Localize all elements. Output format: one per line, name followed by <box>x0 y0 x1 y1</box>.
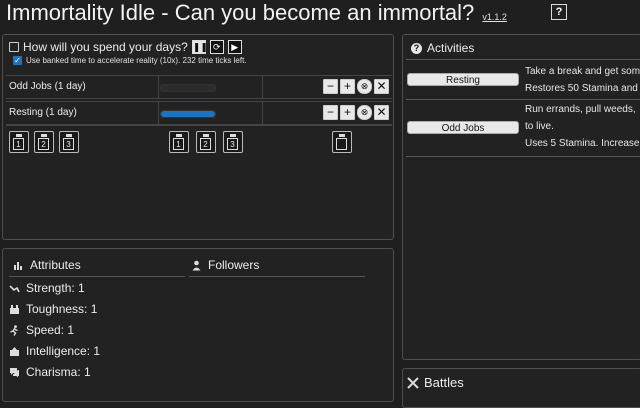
increase-button[interactable]: + <box>340 79 355 94</box>
bank-time-checkbox[interactable]: ✓ <box>13 56 22 65</box>
activities-panel: ? Activities Resting Take a break and ge… <box>402 34 640 360</box>
queue-row: Resting (1 day) − + ⊗ ✕ <box>6 101 392 125</box>
battles-title: Battles <box>424 375 464 390</box>
bar-chart-icon <box>13 260 24 271</box>
progress-fill <box>161 111 215 117</box>
odd-jobs-activity-button[interactable]: Odd Jobs <box>407 121 519 134</box>
pause-icon[interactable]: ❚❚ <box>191 40 208 54</box>
progress-bar <box>160 84 216 92</box>
load-schedule-slot-1[interactable]: 1 <box>169 131 189 153</box>
attribute-strength: Strength: 1 <box>9 281 85 295</box>
activities-title: Activities <box>427 41 475 55</box>
speed-icon <box>9 324 20 336</box>
clipboard-clip <box>66 134 72 137</box>
decrease-button[interactable]: − <box>323 105 338 120</box>
queue-header: How will you spend your days? ❚❚ ⟳ ▶ <box>9 40 242 54</box>
attribute-toughness: Toughness: 1 <box>9 302 97 316</box>
strength-icon <box>9 283 20 294</box>
queue-row-label: Odd Jobs (1 day) <box>9 81 86 92</box>
followers-header: Followers <box>191 258 259 272</box>
followers-title: Followers <box>208 258 260 272</box>
divider <box>158 76 159 98</box>
person-icon <box>191 260 202 271</box>
clipboard-clip <box>230 134 236 137</box>
trash-icon[interactable] <box>332 131 352 153</box>
divider <box>262 102 263 124</box>
save-schedule-slot-3[interactable]: 3 <box>59 131 79 153</box>
charisma-icon <box>9 367 20 378</box>
divider <box>6 125 392 126</box>
divider <box>406 156 640 157</box>
queue-row-label: Resting (1 day) <box>9 107 77 118</box>
battles-header: Battles <box>407 375 464 390</box>
activity-description: Take a break and get som Restores 50 Sta… <box>525 66 640 94</box>
divider <box>189 276 365 277</box>
stop-button[interactable]: ⊗ <box>357 105 372 120</box>
load-schedule-slot-2[interactable]: 2 <box>196 131 216 153</box>
row-controls: − + ⊗ ✕ <box>323 105 389 120</box>
repeat-icon[interactable]: ⟳ <box>209 40 224 54</box>
divider <box>406 99 640 100</box>
clipboard-clip <box>176 134 182 137</box>
decrease-button[interactable]: − <box>323 79 338 94</box>
row-controls: − + ⊗ ✕ <box>323 79 389 94</box>
question-icon: ? <box>411 42 422 54</box>
clipboard-clip <box>339 134 345 137</box>
app-title: Immortality Idle - Can you become an imm… <box>6 0 507 25</box>
help-icon[interactable]: ? <box>551 4 567 20</box>
intelligence-icon <box>9 346 20 357</box>
bank-time-label: Use banked time to accelerate reality (1… <box>26 56 247 65</box>
remove-button[interactable]: ✕ <box>374 79 389 94</box>
save-schedule-slot-1[interactable]: 1 <box>9 131 29 153</box>
progress-bar <box>160 110 216 118</box>
activity-queue-panel: How will you spend your days? ❚❚ ⟳ ▶ ✓ U… <box>2 34 394 240</box>
attribute-speed: Speed: 1 <box>9 323 74 337</box>
crossed-swords-icon <box>407 377 419 389</box>
attributes-title: Attributes <box>30 258 81 272</box>
clipboard-clip <box>16 134 22 137</box>
activity-description: Run errands, pull weeds, to live. Uses 5… <box>525 104 640 149</box>
divider <box>262 76 263 98</box>
clipboard-clip <box>203 134 209 137</box>
load-schedule-slot-3[interactable]: 3 <box>223 131 243 153</box>
activities-header: ? Activities <box>411 41 474 55</box>
clipboard-clip <box>41 134 47 137</box>
toughness-icon <box>9 304 20 315</box>
attribute-charisma: Charisma: 1 <box>9 365 91 379</box>
calendar-icon <box>9 42 19 52</box>
resting-activity-button[interactable]: Resting <box>407 73 519 86</box>
bank-time-option[interactable]: ✓ Use banked time to accelerate reality … <box>13 56 247 65</box>
save-schedule-slot-2[interactable]: 2 <box>34 131 54 153</box>
queue-row: Odd Jobs (1 day) − + ⊗ ✕ <box>6 75 392 99</box>
battles-panel: Battles <box>402 368 640 408</box>
attributes-header: Attributes <box>13 258 81 272</box>
remove-button[interactable]: ✕ <box>374 105 389 120</box>
increase-button[interactable]: + <box>340 105 355 120</box>
queue-title: How will you spend your days? <box>23 40 188 54</box>
divider <box>158 102 159 124</box>
attributes-panel: Attributes Followers Strength: 1 Toughne… <box>2 248 394 402</box>
play-icon[interactable]: ▶ <box>227 40 242 54</box>
attribute-intelligence: Intelligence: 1 <box>9 344 100 358</box>
version-link[interactable]: v1.1.2 <box>482 12 507 22</box>
divider <box>9 276 185 277</box>
stop-button[interactable]: ⊗ <box>357 79 372 94</box>
divider <box>406 59 640 60</box>
